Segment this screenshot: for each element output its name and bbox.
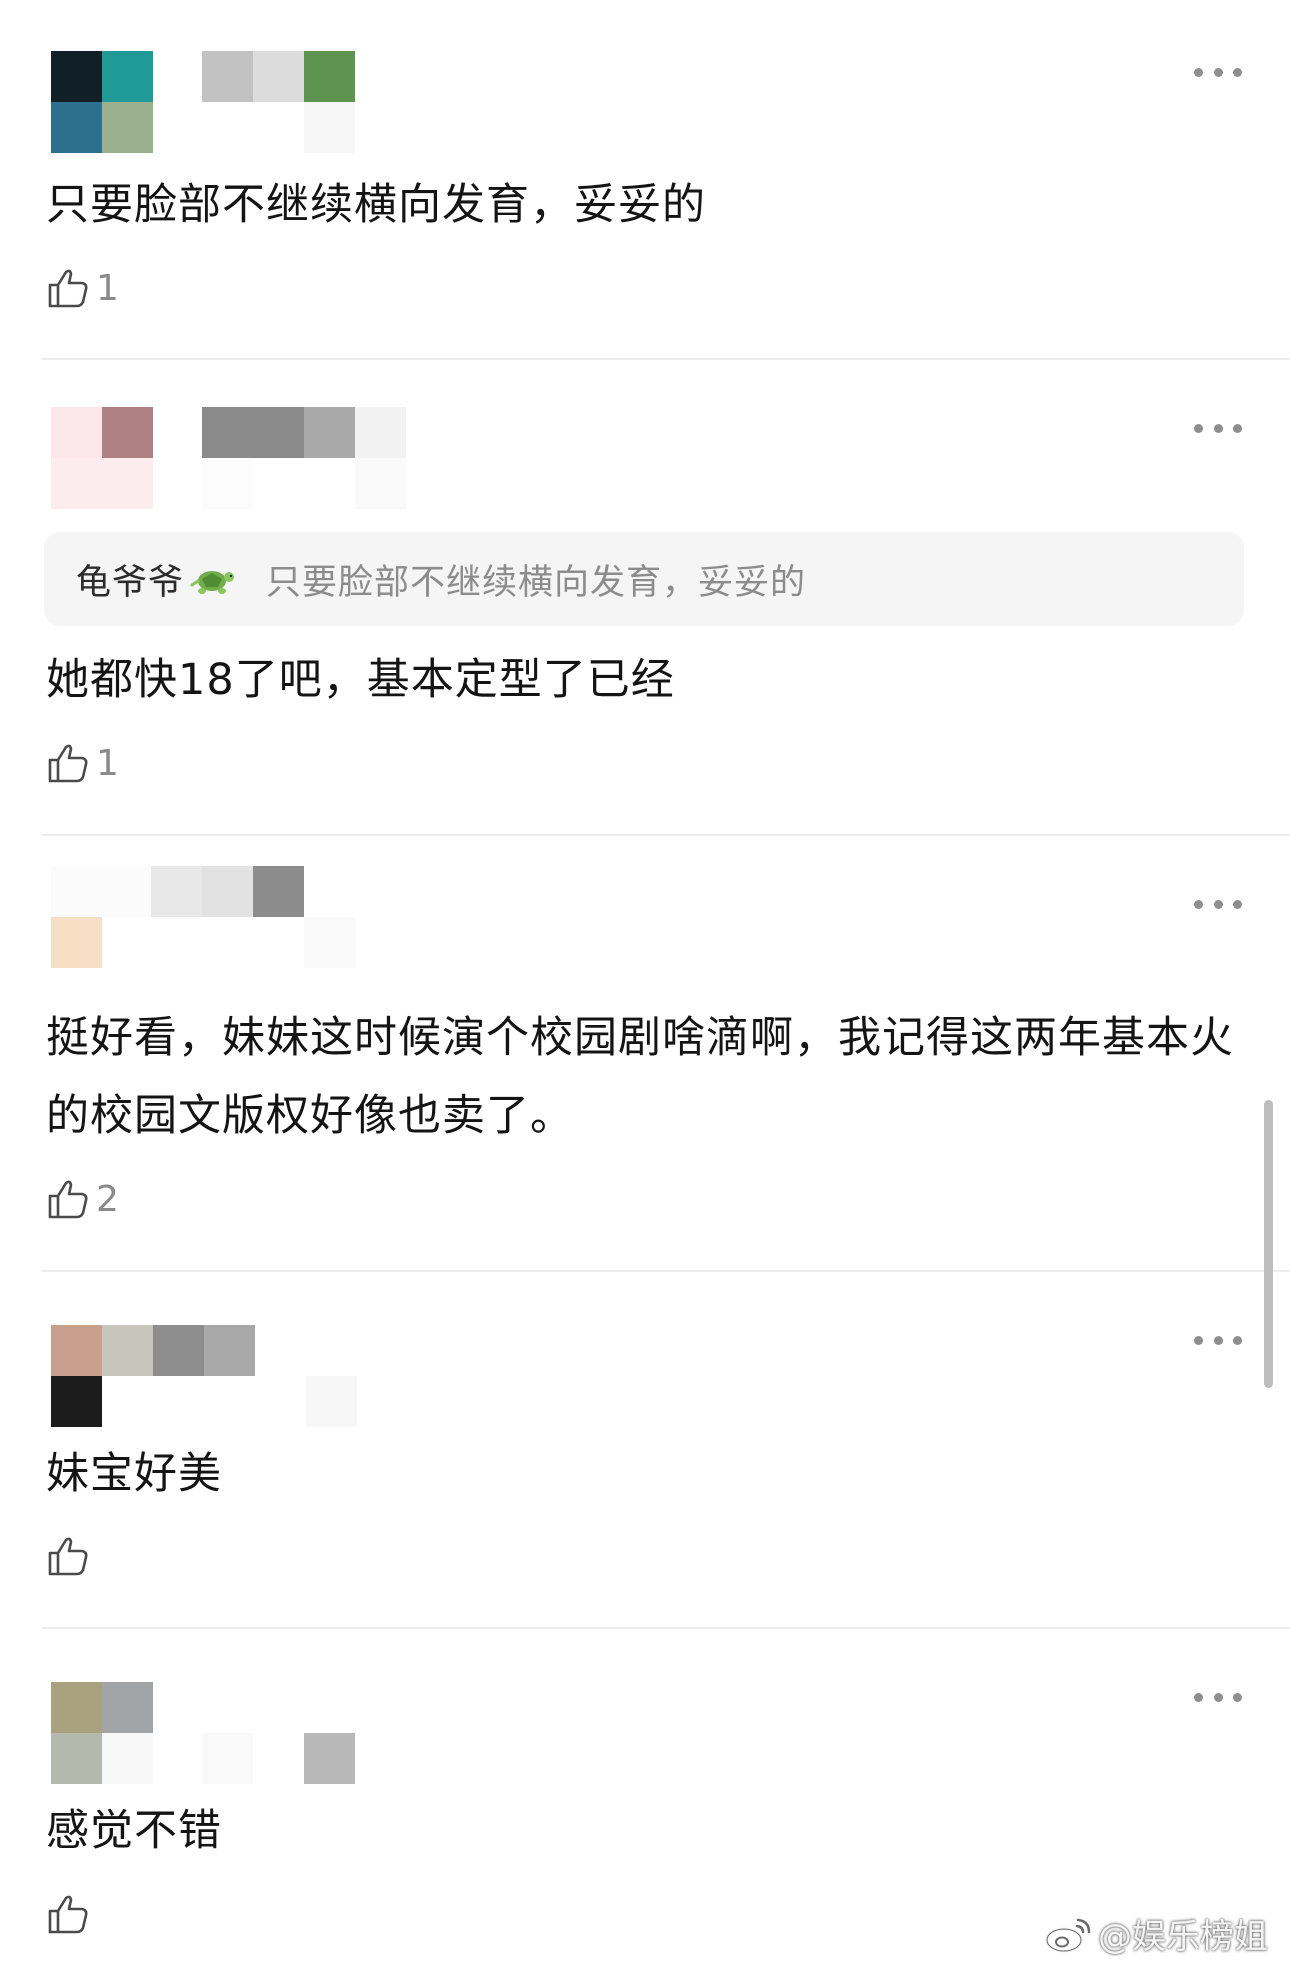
weibo-logo-icon [1045,1918,1091,1952]
quoted-text: 只要脸部不继续横向发育，妥妥的 [266,562,807,603]
comment-divider [42,834,1290,836]
comment-text: 只要脸部不继续横向发育，妥妥的 [46,180,706,230]
user-avatar-pixelated[interactable] [51,866,153,968]
user-avatar-pixelated[interactable] [51,407,153,509]
comment-feed: { "comments": [ { "text": "只要脸部不继续横向发育，妥… [0,0,1290,1974]
watermark: @娱乐榜姐 [1044,1909,1268,1958]
watermark-text: @娱乐榜姐 [1098,1917,1268,1957]
username-pixelated[interactable] [202,1682,356,1784]
quoted-username[interactable]: 龟爷爷 [76,554,184,605]
more-options-button[interactable] [1194,1690,1242,1704]
like-button[interactable] [44,1888,96,1940]
username-pixelated[interactable] [202,51,356,153]
thumbs-up-icon [48,269,88,308]
more-options-button[interactable] [1194,421,1242,435]
comment-text: 她都快18了吧，基本定型了已经 [46,655,675,705]
turtle-icon [190,571,235,594]
username-pixelated[interactable] [153,1325,358,1427]
like-count: 2 [96,1178,119,1220]
more-options-button[interactable] [1194,897,1242,911]
comment-divider [42,358,1290,360]
scrollbar[interactable] [1264,1100,1273,1388]
like-button[interactable]: 1 [44,737,119,789]
comment-text: 挺好看，妹妹这时候演个校园剧啥滴啊，我记得这两年基本火的校园文版权好像也卖了。 [46,1013,1234,1141]
thumbs-up-icon [48,744,88,783]
username-pixelated[interactable] [151,866,407,968]
comment-text: 感觉不错 [46,1806,222,1856]
more-options-button[interactable] [1194,65,1242,79]
user-avatar-pixelated[interactable] [51,1325,153,1427]
thumbs-up-icon [48,1537,88,1576]
thumbs-up-icon [48,1895,88,1934]
quoted-reply[interactable]: 龟爷爷 只要脸部不继续横向发育，妥妥的 [44,532,1244,626]
like-count: 1 [96,742,119,784]
like-button[interactable]: 1 [44,262,119,314]
more-options-button[interactable] [1194,1333,1242,1347]
username-pixelated[interactable] [202,407,407,509]
user-avatar-pixelated[interactable] [51,51,153,153]
like-button[interactable] [44,1530,96,1582]
user-avatar-pixelated[interactable] [51,1682,153,1784]
comment-divider [42,1270,1290,1272]
like-button[interactable]: 2 [44,1173,119,1225]
like-count: 1 [96,267,119,309]
comment-divider [42,1627,1290,1629]
thumbs-up-icon [48,1180,88,1219]
comment-text: 妹宝好美 [46,1449,222,1499]
